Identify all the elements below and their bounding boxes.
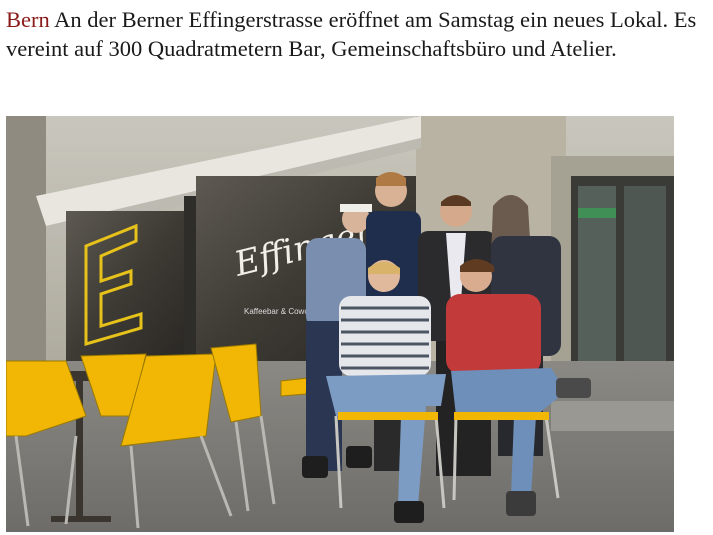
- window-subtitle: Kaffeebar & Cowo: [244, 307, 309, 316]
- lead-text: An der Berner Effingerstrasse eröffnet a…: [6, 7, 697, 61]
- article-lead: Bern An der Berner Effingerstrasse eröff…: [6, 5, 706, 63]
- article-photo: Effinger Kaffeebar & Cowo: [6, 116, 674, 532]
- dateline: Bern: [6, 7, 50, 32]
